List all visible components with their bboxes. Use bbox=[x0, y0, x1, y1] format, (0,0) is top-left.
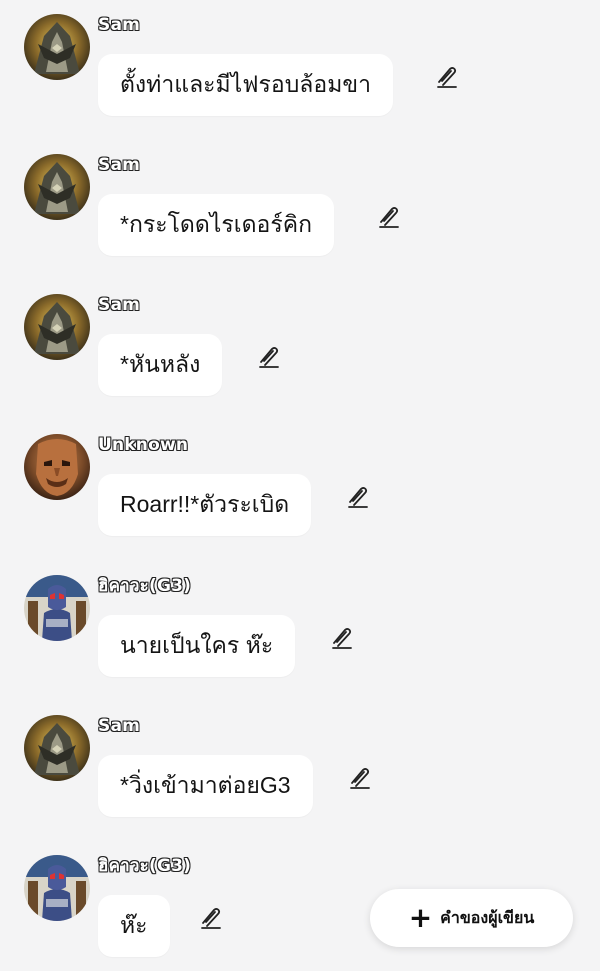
edit-pen-icon[interactable] bbox=[347, 765, 373, 791]
blue-armor-avatar[interactable] bbox=[24, 575, 90, 641]
author-name: Sam bbox=[98, 155, 141, 175]
author-name: Sam bbox=[98, 15, 141, 35]
message-text: *หันหลัง bbox=[120, 351, 201, 377]
author-note-button[interactable]: + คำของผู้เขียน bbox=[370, 889, 573, 947]
message-bubble[interactable]: *กระโดดไรเดอร์คิก bbox=[98, 194, 335, 256]
message-bubble[interactable]: *วิ่งเข้ามาต่อยG3 bbox=[98, 755, 313, 817]
mech-warrior-avatar[interactable] bbox=[24, 14, 90, 80]
message-text: ห๊ะ bbox=[120, 912, 148, 938]
message-row: Sam ตั้งท่าและมีไฟรอบล้อมขา bbox=[0, 0, 600, 130]
monster-avatar[interactable] bbox=[24, 434, 90, 500]
message-row: Sam *กระโดดไรเดอร์คิก bbox=[0, 140, 600, 270]
message-text: นายเป็นใคร ห๊ะ bbox=[120, 632, 274, 658]
author-name: ฮิคาวะ(G3) bbox=[98, 576, 192, 596]
message-text: ตั้งท่าและมีไฟรอบล้อมขา bbox=[120, 71, 372, 97]
mech-warrior-avatar[interactable] bbox=[24, 154, 90, 220]
message-row: Unknown Roarr!!*ตัวระเบิด bbox=[0, 420, 600, 550]
edit-pen-icon[interactable] bbox=[434, 64, 460, 90]
plus-icon: + bbox=[408, 901, 433, 934]
edit-pen-icon[interactable] bbox=[198, 905, 224, 931]
blue-armor-avatar[interactable] bbox=[24, 855, 90, 921]
message-bubble[interactable]: นายเป็นใคร ห๊ะ bbox=[98, 615, 296, 677]
mech-warrior-avatar[interactable] bbox=[24, 715, 90, 781]
message-text: *วิ่งเข้ามาต่อยG3 bbox=[120, 772, 291, 798]
message-row: Sam *วิ่งเข้ามาต่อยG3 bbox=[0, 701, 600, 831]
message-bubble[interactable]: Roarr!!*ตัวระเบิด bbox=[98, 474, 312, 536]
author-name: Sam bbox=[98, 295, 141, 315]
author-name: Unknown bbox=[98, 435, 189, 455]
edit-pen-icon[interactable] bbox=[376, 204, 402, 230]
mech-warrior-avatar[interactable] bbox=[24, 294, 90, 360]
chat-thread: Sam ตั้งท่าและมีไฟรอบล้อมขา Sam *กระโดดไ… bbox=[0, 0, 600, 960]
edit-pen-icon[interactable] bbox=[329, 625, 355, 651]
message-bubble[interactable]: ห๊ะ bbox=[98, 895, 170, 957]
author-name: ฮิคาวะ(G3) bbox=[98, 856, 192, 876]
message-bubble[interactable]: *หันหลัง bbox=[98, 334, 223, 396]
message-row: ฮิคาวะ(G3) นายเป็นใคร ห๊ะ bbox=[0, 561, 600, 691]
edit-pen-icon[interactable] bbox=[345, 484, 371, 510]
message-text: *กระโดดไรเดอร์คิก bbox=[120, 211, 313, 237]
edit-pen-icon[interactable] bbox=[256, 344, 282, 370]
author-name: Sam bbox=[98, 716, 141, 736]
message-row: Sam *หันหลัง bbox=[0, 280, 600, 410]
message-bubble[interactable]: ตั้งท่าและมีไฟรอบล้อมขา bbox=[98, 54, 394, 116]
author-note-label: คำของผู้เขียน bbox=[440, 907, 535, 927]
message-text: Roarr!!*ตัวระเบิด bbox=[120, 491, 290, 517]
